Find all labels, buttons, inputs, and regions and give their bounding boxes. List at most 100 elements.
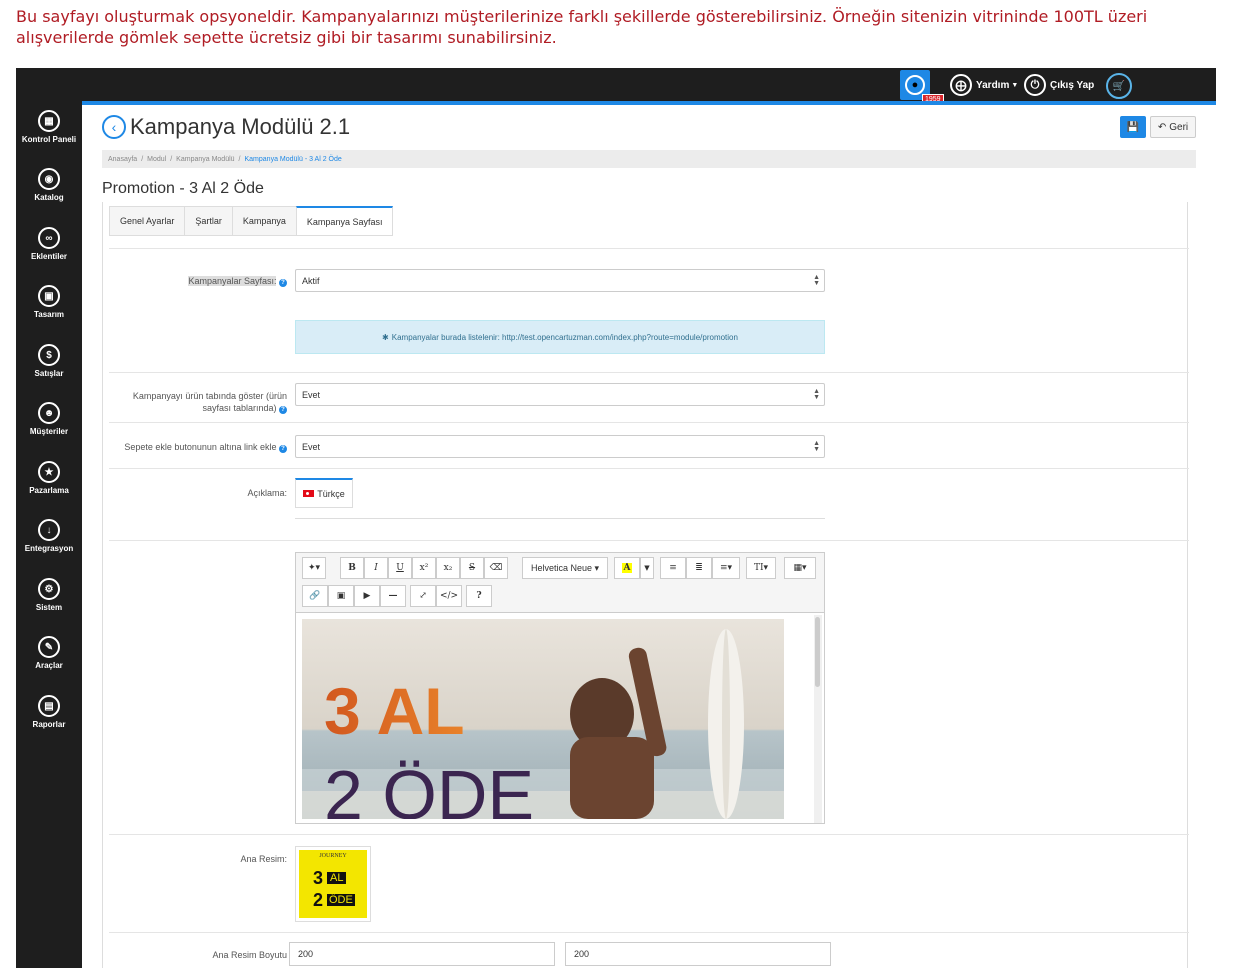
main-image-thumbnail[interactable]: JOURNEY 3 AL 2 ÖDE bbox=[295, 846, 371, 922]
sidebar-item-system[interactable]: ⚙ Sistem bbox=[16, 578, 82, 612]
show-in-tab-value: Evet bbox=[302, 389, 321, 400]
table-dropdown[interactable]: ▦▾ bbox=[784, 557, 816, 579]
sidebar-item-design[interactable]: ▣ Tasarım bbox=[16, 285, 82, 319]
page-title: ‹ Kampanya Modülü 2.1 bbox=[102, 114, 350, 140]
breadcrumb-item[interactable]: Anasayfa bbox=[108, 156, 137, 163]
share-icon: ‹ bbox=[102, 115, 126, 139]
tools-icon: ✎ bbox=[38, 636, 60, 658]
system-icon: ⚙ bbox=[38, 578, 60, 600]
help-icon[interactable]: ? bbox=[279, 406, 287, 414]
banner-text-top: 3 AL bbox=[324, 674, 465, 748]
code-view-button[interactable]: </> bbox=[436, 585, 462, 607]
sidebar-item-label: Eklentiler bbox=[30, 252, 67, 261]
logout-button[interactable]: ⏻ Çıkış Yap bbox=[1024, 72, 1094, 98]
sidebar-item-label: Kontrol Paneli bbox=[21, 135, 77, 144]
sidebar-item-catalog[interactable]: ◉ Katalog bbox=[16, 168, 82, 202]
superscript-button[interactable]: x² bbox=[412, 557, 436, 579]
sidebar-item-extensions[interactable]: ∞ Eklentiler bbox=[16, 227, 82, 261]
font-family-value: Helvetica Neue bbox=[530, 563, 592, 573]
select-arrows-icon: ▲ ▼ bbox=[813, 440, 820, 453]
horizontal-rule-button[interactable]: — bbox=[380, 585, 406, 607]
settings-panel: Genel Ayarlar Şartlar Kampanya Kampanya … bbox=[102, 202, 1189, 968]
banner-illustration: 3 AL 2 ÖDE bbox=[302, 619, 784, 819]
text-color-button[interactable]: A bbox=[614, 557, 640, 579]
breadcrumb-item[interactable]: Kampanya Modülü bbox=[176, 156, 234, 163]
underline-button[interactable]: U bbox=[388, 557, 412, 579]
save-button[interactable]: 💾 bbox=[1120, 116, 1146, 138]
breadcrumb-item-active[interactable]: Kampanya Modülü - 3 Al 2 Öde bbox=[245, 156, 342, 163]
main-image-height-input[interactable]: 200 bbox=[565, 942, 831, 966]
language-tab-turkish[interactable]: Türkçe bbox=[295, 478, 353, 508]
back-label: Geri bbox=[1169, 121, 1189, 133]
breadcrumb: Anasayfa / Modul / Kampanya Modülü / Kampan… bbox=[102, 150, 1196, 168]
campaign-page-select[interactable]: Aktif ▲ ▼ bbox=[295, 269, 825, 292]
scrollbar-thumb[interactable] bbox=[815, 617, 820, 687]
divider bbox=[109, 834, 1189, 835]
divider bbox=[109, 468, 1189, 469]
sidebar-item-label: Satışlar bbox=[34, 369, 64, 378]
unordered-list-button[interactable]: ≡ bbox=[660, 557, 686, 579]
intro-text: Bu sayfayı oluşturmak opsyoneldir. Kampa… bbox=[16, 7, 1148, 47]
show-in-tab-select[interactable]: Evet ▲ ▼ bbox=[295, 383, 825, 406]
logout-label: Çıkış Yap bbox=[1050, 79, 1095, 91]
sidebar-item-label: Pazarlama bbox=[29, 486, 69, 495]
tab-general-settings[interactable]: Genel Ayarlar bbox=[109, 206, 185, 236]
show-in-tab-label-line2: sayfası tablarında) bbox=[202, 403, 277, 413]
show-in-tab-label-line1: Kampanyayı ürün tabında göster (ürün bbox=[132, 391, 287, 401]
help-icon[interactable]: ? bbox=[279, 279, 287, 287]
add-link-select[interactable]: Evet ▲ ▼ bbox=[295, 435, 825, 458]
rich-text-editor[interactable]: ✦▾ B I U x² x₂ S ⌫ Helvetica Neue ▾ A ▼ … bbox=[295, 552, 825, 824]
help-menu[interactable]: ⨁ Yardım ▼ bbox=[950, 72, 1018, 98]
magic-style-button[interactable]: ✦▾ bbox=[302, 557, 326, 579]
ordered-list-button[interactable]: ≣ bbox=[686, 557, 712, 579]
sidebar-item-customers[interactable]: ☻ Müşteriler bbox=[16, 402, 82, 436]
italic-button[interactable]: I bbox=[364, 557, 388, 579]
sidebar-item-label: Raporlar bbox=[32, 720, 66, 729]
lifebuoy-icon: ⨁ bbox=[950, 74, 972, 96]
paragraph-align-dropdown[interactable]: ≡▾ bbox=[712, 557, 740, 579]
info-text: Kampanyalar burada listelenir: http://te… bbox=[391, 332, 738, 342]
link-button[interactable]: 🔗 bbox=[302, 585, 328, 607]
color-dropdown-button[interactable]: ▼ bbox=[640, 557, 654, 579]
image-button[interactable]: ▣ bbox=[328, 585, 354, 607]
sales-icon: $ bbox=[38, 344, 60, 366]
description-label: Açıklama: bbox=[247, 488, 287, 498]
sidebar-item-label: Tasarım bbox=[33, 310, 65, 319]
cart-logo-icon[interactable]: 🛒 bbox=[1106, 73, 1132, 99]
eraser-button[interactable]: ⌫ bbox=[484, 557, 508, 579]
line-height-dropdown[interactable]: TI▾ bbox=[746, 557, 776, 579]
back-button[interactable]: ↶ Geri bbox=[1150, 116, 1196, 138]
editor-scrollbar[interactable] bbox=[814, 615, 822, 823]
help-button[interactable]: ? bbox=[466, 585, 492, 607]
tab-campaign[interactable]: Kampanya bbox=[231, 206, 296, 236]
main-image-width-input[interactable]: 200 bbox=[289, 942, 555, 966]
bold-button[interactable]: B bbox=[340, 557, 364, 579]
video-button[interactable]: ▶ bbox=[354, 585, 380, 607]
thumbnail-num2: 2 bbox=[313, 890, 324, 910]
sidebar-item-tools[interactable]: ✎ Araçlar bbox=[16, 636, 82, 670]
sidebar-item-label: Araçlar bbox=[35, 661, 63, 670]
subscript-button[interactable]: x₂ bbox=[436, 557, 460, 579]
marketing-icon: ★ bbox=[38, 461, 60, 483]
font-family-dropdown[interactable]: Helvetica Neue ▾ bbox=[522, 557, 608, 579]
breadcrumb-item[interactable]: Modul bbox=[147, 156, 166, 163]
fullscreen-button[interactable]: ⤢ bbox=[410, 585, 436, 607]
page-title-text: Kampanya Modülü 2.1 bbox=[130, 114, 351, 139]
select-arrows-icon: ▲ ▼ bbox=[813, 274, 820, 287]
sidebar-item-marketing[interactable]: ★ Pazarlama bbox=[16, 461, 82, 495]
campaign-thumbnail-image: JOURNEY 3 AL 2 ÖDE bbox=[299, 850, 367, 918]
sidebar-item-dashboard[interactable]: ▦ Kontrol Paneli bbox=[16, 110, 82, 144]
campaign-banner-image: 3 AL 2 ÖDE bbox=[302, 619, 784, 819]
help-icon[interactable]: ? bbox=[279, 445, 287, 453]
pin-icon: ✱ bbox=[382, 332, 389, 342]
turkey-flag-icon bbox=[303, 490, 315, 497]
sidebar-item-reports[interactable]: ▤ Raporlar bbox=[16, 695, 82, 729]
sidebar-item-label: Entegrasyon bbox=[24, 544, 74, 553]
strikethrough-button[interactable]: S bbox=[460, 557, 484, 579]
sidebar-item-integration[interactable]: ↓ Entegrasyon bbox=[16, 519, 82, 553]
sidebar-item-sales[interactable]: $ Satışlar bbox=[16, 344, 82, 378]
sidebar: ▦ Kontrol Paneli ◉ Katalog ∞ Eklentiler … bbox=[16, 102, 82, 968]
tab-campaign-page[interactable]: Kampanya Sayfası bbox=[295, 206, 394, 236]
tab-conditions[interactable]: Şartlar bbox=[184, 206, 232, 236]
bell-icon: ● bbox=[905, 75, 925, 95]
